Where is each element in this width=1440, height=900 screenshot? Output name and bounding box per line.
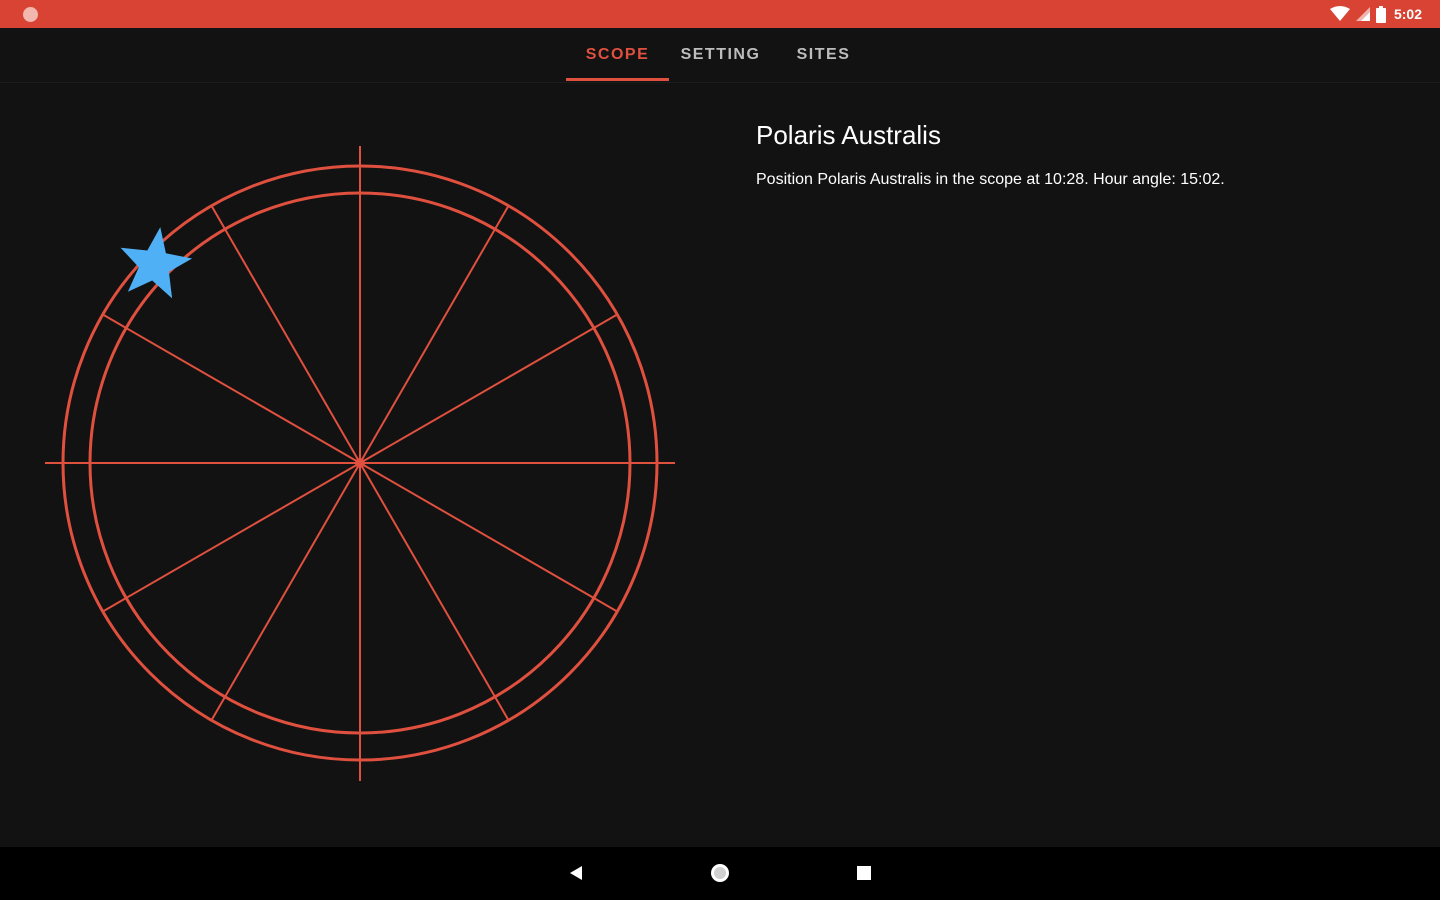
reticle-spoke — [102, 313, 361, 464]
home-icon — [711, 864, 729, 882]
back-icon — [570, 866, 582, 880]
tab-indicator — [566, 78, 669, 81]
position-instruction: Position Polaris Australis in the scope … — [756, 171, 1225, 188]
wifi-icon — [1329, 6, 1350, 21]
reticle-spoke — [210, 205, 361, 464]
star-name: Polaris Australis — [756, 120, 941, 150]
home-button[interactable] — [690, 847, 750, 900]
navigation-bar — [0, 847, 1440, 900]
back-button[interactable] — [546, 847, 606, 900]
reticle-spoke — [102, 462, 361, 613]
info-panel: Polaris Australis Position Polaris Austr… — [756, 120, 1396, 189]
reticle-spoke — [359, 462, 510, 721]
reticle-center — [355, 458, 365, 468]
reticle-spoke — [359, 462, 618, 613]
cell-signal-icon — [1355, 7, 1370, 21]
tab-bar: SCOPE SETTING SITES — [0, 28, 1440, 83]
polar-scope-reticle — [45, 146, 675, 781]
tab-sites[interactable]: SITES — [772, 28, 875, 82]
status-icons: 5:02 — [1329, 0, 1422, 28]
reticle-spoke — [359, 205, 510, 464]
polar-scope-view[interactable] — [0, 83, 720, 847]
status-time: 5:02 — [1393, 6, 1422, 22]
recents-icon — [857, 866, 871, 880]
reticle-spoke — [359, 313, 618, 464]
recents-button[interactable] — [834, 847, 894, 900]
status-bar: 5:02 — [0, 0, 1440, 28]
battery-icon — [1375, 5, 1386, 23]
reticle-spoke — [210, 462, 361, 721]
app-notification-icon — [23, 7, 38, 22]
tab-scope[interactable]: SCOPE — [566, 28, 669, 82]
tab-setting[interactable]: SETTING — [669, 28, 772, 82]
